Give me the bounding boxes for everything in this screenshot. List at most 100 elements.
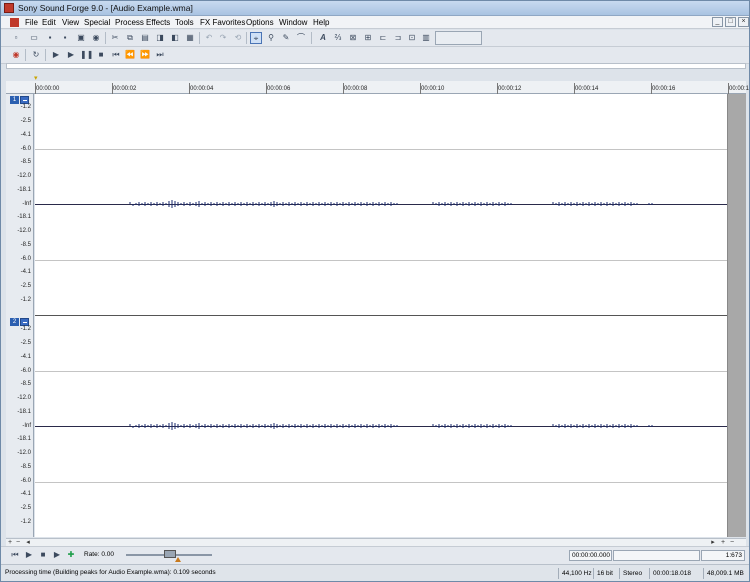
font-icon[interactable]: A xyxy=(317,32,329,44)
stop-icon[interactable]: ■ xyxy=(37,549,49,561)
marker-icon[interactable]: ⊠ xyxy=(347,32,359,44)
menu-edit[interactable]: Edit xyxy=(42,18,56,27)
region-icon[interactable]: ⊞ xyxy=(362,32,374,44)
go-start-icon[interactable]: ⏮ xyxy=(9,549,21,561)
play-normal-icon[interactable]: ▶ xyxy=(23,549,35,561)
cut-icon[interactable]: ✂ xyxy=(109,32,121,44)
ruler-label: 00:00:10 xyxy=(419,83,445,95)
db-label: -8.5 xyxy=(20,464,31,470)
menu-file[interactable]: File xyxy=(25,18,38,27)
db-label: -2.5 xyxy=(20,340,31,346)
transport-toolbar: ◉ ↻ ▶ ▶ ❚❚ ■ ⏮ ⏪ ⏩ ⏭ xyxy=(1,47,749,64)
zoom-ratio-field[interactable]: 1:673 xyxy=(701,550,745,561)
ruler-label: 00:00:12 xyxy=(496,83,522,95)
ruler-label: 00:00:16 xyxy=(650,83,676,95)
menu-effects[interactable]: Effects xyxy=(146,18,170,27)
save-icon[interactable]: ▪ xyxy=(44,32,56,44)
magnify-tool-icon[interactable]: ⚲ xyxy=(265,32,277,44)
play-all-icon[interactable]: ▶ xyxy=(50,49,62,61)
trim-icon[interactable]: ◧ xyxy=(169,32,181,44)
envelope-tool-icon[interactable]: ⌒ xyxy=(295,32,307,44)
restore-document-button[interactable]: □ xyxy=(725,17,736,27)
toolbar-combo[interactable] xyxy=(435,31,482,45)
channel-mode[interactable]: Stereo xyxy=(619,568,642,579)
time-ruler[interactable]: 00:00:00 00:00:02 00:00:04 00:00:06 00:0… xyxy=(6,81,749,95)
channel-2-wave-svg xyxy=(129,422,653,430)
channel-2-badge[interactable]: 2 xyxy=(10,318,19,326)
ruler-label: 00:00:08 xyxy=(342,83,368,95)
crossfade-icon[interactable]: ⊐ xyxy=(392,32,404,44)
document-icon[interactable] xyxy=(10,18,19,27)
crop-region-icon[interactable]: ⊡ xyxy=(406,32,418,44)
redo-icon[interactable]: ↷ xyxy=(217,32,229,44)
toolbar-separator xyxy=(25,49,26,61)
channel-2-waveform[interactable] xyxy=(35,316,727,537)
menu-view[interactable]: View xyxy=(62,18,79,27)
ruler-label: 00:00:14 xyxy=(573,83,599,95)
menu-options[interactable]: Options xyxy=(246,18,274,27)
scrub-icon[interactable]: ✚ xyxy=(65,549,77,561)
edit-tool-icon[interactable]: ⌖ xyxy=(250,32,262,44)
minimize-document-button[interactable]: _ xyxy=(712,17,723,27)
db-label: -4.1 xyxy=(20,491,31,497)
db-label: -12.0 xyxy=(17,395,31,401)
db-label: -8.5 xyxy=(20,381,31,387)
db-label: -4.1 xyxy=(20,354,31,360)
pause-icon[interactable]: ❚❚ xyxy=(80,49,93,61)
new-icon[interactable]: ▫ xyxy=(10,32,22,44)
record-icon[interactable]: ◉ xyxy=(10,49,22,61)
ruler-label: 00:00:00 xyxy=(34,83,60,95)
loop-icon[interactable]: ↻ xyxy=(30,49,42,61)
waveform-area[interactable] xyxy=(35,94,727,537)
open-icon[interactable]: ▭ xyxy=(28,32,40,44)
snap-icon[interactable]: ⅔ xyxy=(332,32,344,44)
position-field[interactable]: 00:00:00.000 xyxy=(569,550,612,561)
db-label: -1.2 xyxy=(20,297,31,303)
title-bar: Sony Sound Forge 9.0 - [Audio Example.wm… xyxy=(1,1,749,16)
menu-help[interactable]: Help xyxy=(313,18,329,27)
play-icon[interactable]: ▶ xyxy=(51,549,63,561)
rewind-icon[interactable]: ⏪ xyxy=(124,49,136,61)
save-as-icon[interactable]: ▪ xyxy=(59,32,71,44)
overview-bar[interactable] xyxy=(6,63,746,69)
channel-1-collapse-button[interactable] xyxy=(20,96,29,104)
db-label: -2.5 xyxy=(20,283,31,289)
loop-region-icon[interactable]: ⊏ xyxy=(377,32,389,44)
rate-label: Rate: 0.00 xyxy=(84,551,114,558)
sample-rate[interactable]: 44,100 Hz xyxy=(558,568,592,579)
menu-process[interactable]: Process xyxy=(115,18,144,27)
play-icon[interactable]: ▶ xyxy=(65,49,77,61)
status-message: Processing time (Building peaks for Audi… xyxy=(5,569,216,576)
go-start-icon[interactable]: ⏮ xyxy=(110,49,122,61)
toolbar-separator xyxy=(45,49,46,61)
stop-icon[interactable]: ■ xyxy=(95,49,107,61)
go-end-icon[interactable]: ⏭ xyxy=(154,49,166,61)
post-end-region xyxy=(727,94,746,537)
playbar: ⏮ ▶ ■ ▶ ✚ Rate: 0.00 00:00:00.000 1:673 xyxy=(1,546,749,564)
meter-icon[interactable]: ▥ xyxy=(420,32,432,44)
crop-icon[interactable]: ▦ xyxy=(184,32,196,44)
mix-icon[interactable]: ◨ xyxy=(154,32,166,44)
menu-fx-favorites[interactable]: FX Favorites xyxy=(200,18,245,27)
undo-icon[interactable]: ↶ xyxy=(203,32,215,44)
db-label: -18.1 xyxy=(17,436,31,442)
menu-window[interactable]: Window xyxy=(279,18,307,27)
bit-depth[interactable]: 16 bit xyxy=(593,568,613,579)
horizontal-scrollbar[interactable]: + − ◂ ▸ + − xyxy=(6,538,746,546)
db-label: -Inf xyxy=(22,423,31,429)
paste-icon[interactable]: ▤ xyxy=(139,32,151,44)
channel-2-collapse-button[interactable] xyxy=(20,318,29,326)
level-gutter: 1 2 -1.2 -2.5 -4.1 -6.0 -8.5 -12.0 -18.1… xyxy=(6,94,34,537)
channel-1-waveform[interactable] xyxy=(35,94,727,316)
selection-field[interactable] xyxy=(613,550,700,561)
menu-tools[interactable]: Tools xyxy=(175,18,194,27)
forward-icon[interactable]: ⏩ xyxy=(139,49,151,61)
repeat-icon[interactable]: ⟲ xyxy=(232,32,244,44)
channel-1-badge[interactable]: 1 xyxy=(10,96,19,104)
menu-special[interactable]: Special xyxy=(84,18,110,27)
properties-icon[interactable]: ◉ xyxy=(90,32,102,44)
render-icon[interactable]: ▣ xyxy=(75,32,87,44)
close-document-button[interactable]: × xyxy=(738,17,749,27)
copy-icon[interactable]: ⧉ xyxy=(124,32,136,44)
pencil-tool-icon[interactable]: ✎ xyxy=(280,32,292,44)
